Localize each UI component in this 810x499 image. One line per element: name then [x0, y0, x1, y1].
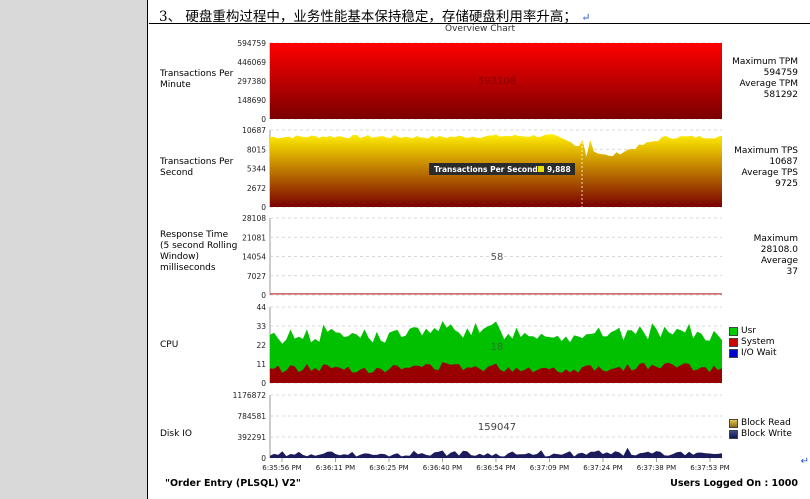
- x-tick-label: 6:36:40 PM: [423, 464, 462, 472]
- system-swatch: [729, 338, 738, 347]
- y-tick-rt: 0: [261, 291, 266, 300]
- users-logged-on: Users Logged On : 1000: [670, 478, 798, 489]
- y-tick-rt: 14054: [242, 253, 266, 262]
- tps-tooltip-label: Transactions Per Second: [434, 165, 538, 174]
- y-tick-tps: 2672: [247, 184, 266, 193]
- paragraph-mark-icon-2: ↵: [800, 456, 809, 467]
- legend-label-block-read: Block Read: [741, 418, 791, 428]
- y-tick-disk: 392291: [237, 433, 266, 442]
- step-text: 硬盘重构过程中，业务性能基本保持稳定，存储硬盘利用率升高；: [185, 9, 577, 25]
- y-tick-cpu: 44: [256, 303, 266, 312]
- cpu-center-value: 18: [491, 342, 504, 353]
- y-tick-rt: 7027: [247, 272, 266, 281]
- legend-label-system: System: [741, 337, 775, 347]
- legend-item-usr: Usr: [729, 326, 777, 337]
- paragraph-mark-icon: ↵: [581, 11, 591, 24]
- legend-item-block-read: Block Read: [729, 418, 792, 429]
- tps-max-value: 10687: [769, 157, 798, 167]
- y-tick-disk: 784581: [237, 412, 266, 421]
- disk-legend: Block Read Block Write: [729, 418, 792, 440]
- legend-label-iowait: I/O Wait: [741, 348, 777, 358]
- overview-chart-svg: Overview Chart 594759 446069 297380 148690 0 1…: [233, 24, 730, 472]
- y-tick-tps: 10687: [242, 126, 266, 135]
- tpm-max-value: 594759: [763, 68, 798, 78]
- rt-stats: Maximum 28108.0 Average 37: [754, 234, 798, 278]
- tpm-title: Transactions Per Minute: [160, 69, 234, 90]
- chart-title: Overview Chart: [445, 24, 515, 34]
- tpm-avg-value: 581292: [763, 90, 798, 100]
- x-tick-label: 6:36:11 PM: [316, 464, 355, 472]
- y-tick-tpm: 148690: [237, 96, 266, 105]
- y-tick-tps: 5344: [247, 165, 266, 174]
- iowait-swatch: [729, 349, 738, 358]
- x-tick-label: 6:35:56 PM: [262, 464, 301, 472]
- document-step-line: 3、 硬盘重构过程中，业务性能基本保持稳定，存储硬盘利用率升高； ↵: [149, 0, 810, 25]
- y-tick-rt: 28108: [242, 214, 266, 223]
- disk-write-area: [270, 447, 722, 458]
- y-tick-rt: 21081: [242, 233, 266, 242]
- x-tick-label: 6:37:24 PM: [583, 464, 622, 472]
- tps-title: Transactions Per Second: [160, 157, 234, 178]
- tps-avg-value: 9725: [775, 179, 798, 189]
- y-tick-cpu: 22: [256, 341, 266, 350]
- legend-label-block-write: Block Write: [741, 429, 792, 439]
- cpu-title: CPU: [160, 340, 179, 350]
- y-tick-tpm: 594759: [237, 39, 266, 48]
- y-tick-cpu: 33: [256, 322, 266, 331]
- block-write-swatch: [729, 430, 738, 439]
- tpm-stats: Maximum TPM 594759 Average TPM 581292: [732, 57, 798, 101]
- rt-title: Response Time (5 second Rolling Window) …: [160, 230, 238, 273]
- x-tick-label: 6:36:54 PM: [476, 464, 515, 472]
- tps-tooltip-swatch: [538, 166, 544, 172]
- y-tick-disk: 1176872: [233, 391, 267, 400]
- block-read-swatch: [729, 419, 738, 428]
- usr-swatch: [729, 327, 738, 336]
- rt-center-value: 58: [491, 252, 504, 263]
- tpm-center-value: 593108: [478, 76, 516, 87]
- x-tick-label: 6:37:53 PM: [690, 464, 729, 472]
- rt-max-label: Maximum: [753, 234, 798, 244]
- x-tick-label: 6:36:25 PM: [369, 464, 408, 472]
- disk-title: Disk IO: [160, 429, 192, 439]
- y-tick-cpu: 0: [261, 379, 266, 388]
- tps-max-label: Maximum TPS: [734, 146, 798, 156]
- x-tick-label: 6:37:09 PM: [530, 464, 569, 472]
- step-number: 3、: [159, 9, 182, 25]
- tpm-avg-label: Average TPM: [739, 79, 798, 89]
- rt-max-value: 28108.0: [760, 245, 798, 255]
- cpu-legend: Usr System I/O Wait: [729, 326, 777, 359]
- tpm-max-label: Maximum TPM: [732, 57, 798, 67]
- y-tick-tps: 8015: [247, 145, 266, 154]
- disk-center-value: 159047: [478, 422, 516, 433]
- y-tick-tps: 0: [261, 203, 266, 212]
- workload-name: "Order Entry (PLSQL) V2": [165, 478, 301, 489]
- y-tick-tpm: 297380: [237, 77, 266, 86]
- legend-label-usr: Usr: [741, 326, 756, 336]
- legend-item-system: System: [729, 337, 777, 348]
- tps-stats: Maximum TPS 10687 Average TPS 9725: [734, 146, 798, 190]
- rt-avg-label: Average: [761, 256, 798, 266]
- legend-item-iowait: I/O Wait: [729, 348, 777, 359]
- y-tick-cpu: 11: [256, 360, 266, 369]
- y-tick-disk: 0: [261, 454, 266, 463]
- rt-avg-value: 37: [786, 267, 798, 277]
- overview-chart: Overview Chart 594759 446069 297380 148690 0 1…: [157, 24, 810, 494]
- left-table-column: [0, 0, 148, 499]
- y-tick-tpm: 446069: [237, 58, 266, 67]
- tps-tooltip-value: 9,888: [547, 165, 571, 174]
- x-tick-label: 6:37:38 PM: [637, 464, 676, 472]
- legend-item-block-write: Block Write: [729, 429, 792, 440]
- y-tick-tpm: 0: [261, 115, 266, 124]
- tps-avg-label: Average TPS: [741, 168, 798, 178]
